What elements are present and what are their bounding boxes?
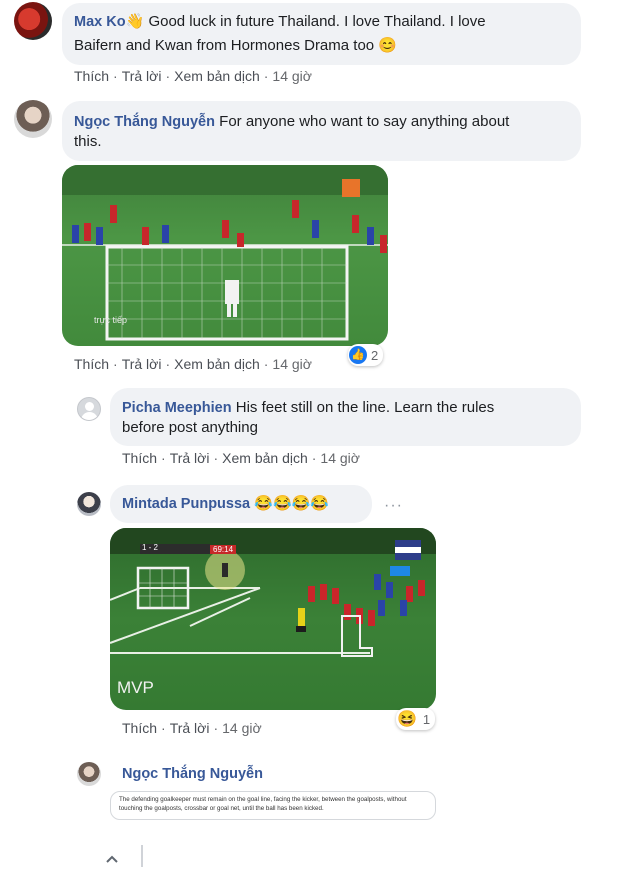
comment-bubble: Mintada Punpussa 😂😂😂😂	[110, 485, 372, 523]
laughing-icon: 😂😂😂😂	[254, 495, 329, 512]
reply-link[interactable]: Trả lời	[170, 450, 210, 466]
comment-author[interactable]: Ngọc Thắng Nguyễn	[122, 766, 263, 782]
free-kick-scene	[110, 528, 436, 657]
comment-author[interactable]: Mintada Punpussa	[122, 496, 250, 512]
comment-text: this.	[74, 133, 102, 150]
like-link[interactable]: Thích	[74, 68, 109, 84]
comment-author-row: Ngọc Thắng Nguyễn	[122, 765, 263, 783]
rule-text: The defending goalkeeper must remain on …	[119, 796, 407, 812]
comment-actions: Thích · Trả lời · 14 giờ	[122, 720, 262, 736]
like-icon: 👍	[349, 346, 367, 364]
smile-icon: 😊	[378, 37, 397, 54]
comment-author[interactable]: Picha Meephien	[122, 400, 232, 416]
chevron-up-icon[interactable]	[105, 852, 119, 866]
comment-actions: Thích · Trả lời · Xem bản dịch · 14 giờ	[122, 450, 360, 466]
timestamp[interactable]: 14 giờ	[320, 450, 360, 466]
avatar[interactable]	[14, 2, 52, 40]
rule-text-image[interactable]: The defending goalkeeper must remain on …	[110, 791, 436, 820]
reaction-summary[interactable]: 👍 2	[348, 344, 384, 366]
like-link[interactable]: Thích	[122, 450, 157, 466]
timestamp[interactable]: 14 giờ	[272, 356, 312, 372]
reply-link[interactable]: Trả lời	[122, 356, 162, 372]
reply-link[interactable]: Trả lời	[170, 720, 210, 736]
reaction-summary[interactable]: 😆 1	[396, 708, 436, 730]
reply-link[interactable]: Trả lời	[122, 68, 162, 84]
comment-text: Good luck in future Thailand. I love Tha…	[148, 13, 486, 30]
timestamp[interactable]: 14 giờ	[272, 68, 312, 84]
match-clock: 69:14	[210, 545, 237, 554]
comment-actions: Thích · Trả lời · Xem bản dịch · 14 giờ	[74, 68, 312, 84]
avatar[interactable]	[77, 492, 101, 516]
haha-icon: 😆	[397, 711, 417, 728]
comment-author[interactable]: Ngọc Thắng Nguyễn	[74, 114, 215, 130]
reaction-count: 2	[371, 347, 379, 363]
comment-text: His feet still on the line. Learn the ru…	[235, 399, 495, 416]
timestamp[interactable]: 14 giờ	[222, 720, 262, 736]
translate-link[interactable]: Xem bản dịch	[174, 68, 260, 84]
media-caption: trực tiếp	[94, 315, 128, 325]
avatar[interactable]	[77, 762, 101, 786]
more-options-icon[interactable]: ···	[384, 497, 403, 515]
translate-link[interactable]: Xem bản dịch	[222, 450, 308, 466]
translate-link[interactable]: Xem bản dịch	[174, 356, 260, 372]
score-text: 1 - 2	[142, 543, 159, 552]
comment-bubble: Ngọc Thắng Nguyễn For anyone who want to…	[62, 101, 581, 161]
like-link[interactable]: Thích	[74, 356, 109, 372]
media-caption: MVP	[117, 678, 154, 697]
comment-bubble: Picha Meephien His feet still on the lin…	[110, 388, 581, 446]
reaction-count: 1	[422, 711, 431, 727]
comment-text: For anyone who want to say anything abou…	[219, 113, 510, 130]
avatar[interactable]	[77, 397, 101, 421]
comment-bubble: Max Ko👋 Good luck in future Thailand. I …	[62, 3, 581, 65]
comment-author[interactable]: Max Ko	[74, 14, 126, 30]
like-link[interactable]: Thích	[122, 720, 157, 736]
comment-text: before post anything	[122, 419, 258, 436]
comment-image[interactable]: 1 - 2 69:14 MVP	[110, 528, 436, 710]
comment-text: Baifern and Kwan from Hormones Drama too	[74, 37, 375, 54]
thread-line	[141, 845, 143, 867]
comment-image[interactable]: trực tiếp	[62, 165, 388, 346]
wave-icon: 👋	[125, 13, 145, 30]
avatar[interactable]	[14, 100, 52, 138]
comment-actions: Thích · Trả lời · Xem bản dịch · 14 giờ	[74, 356, 312, 372]
